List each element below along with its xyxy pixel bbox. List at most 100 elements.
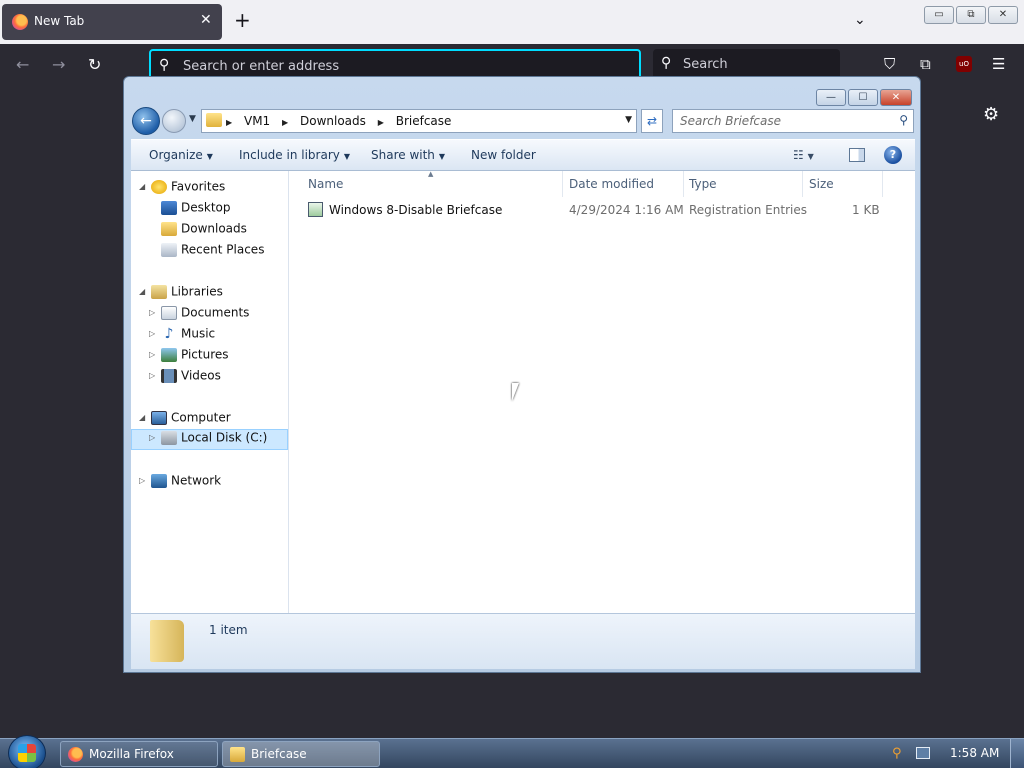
taskbar-briefcase[interactable]: Briefcase (222, 741, 380, 767)
tree-label: Local Disk (C:) (181, 430, 268, 445)
column-divider[interactable] (562, 171, 563, 197)
expand-icon[interactable]: ▷ (149, 371, 159, 380)
downloads-folder-icon (161, 221, 177, 236)
tray-search-icon[interactable]: ⚲ (892, 746, 902, 761)
expand-icon[interactable]: ▷ (149, 329, 159, 338)
column-divider[interactable] (882, 171, 883, 197)
new-folder-button[interactable]: New folder (471, 148, 536, 162)
column-header-name[interactable]: Name (308, 177, 343, 191)
forward-button[interactable] (162, 109, 186, 133)
breadcrumb-arrow-icon[interactable]: ▶ (226, 118, 232, 127)
change-view-button[interactable]: ☷ ▼ (793, 148, 814, 162)
clock[interactable]: 1:58 AM (950, 746, 999, 760)
organize-button[interactable]: Organize ▼ (149, 148, 213, 162)
explorer-address-bar[interactable]: ▶ VM1 ▶ Downloads ▶ Briefcase ▼ (201, 109, 637, 133)
minimize-button[interactable]: ▭ (924, 6, 954, 24)
taskbar: Mozilla Firefox Briefcase ⚲ 1:58 AM (0, 735, 1024, 768)
expand-icon[interactable]: ▷ (149, 308, 159, 317)
tree-downloads[interactable]: Downloads (149, 221, 247, 241)
table-row[interactable]: Windows 8-Disable Briefcase 4/29/2024 1:… (290, 198, 890, 220)
explorer-window: — ☐ ✕ ← ▼ ▶ VM1 ▶ Downloads ▶ Briefcase ▼ … (123, 76, 921, 673)
details-pane: 1 item (131, 613, 915, 669)
tree-videos[interactable]: ▷ Videos (149, 368, 221, 388)
menu-icon[interactable]: ☰ (992, 55, 1005, 73)
expand-icon[interactable]: ▷ (149, 433, 159, 442)
network-icon (151, 473, 167, 488)
minimize-button[interactable]: — (816, 89, 846, 106)
refresh-button[interactable]: ⇄ (641, 109, 663, 133)
close-button[interactable]: ✕ (880, 89, 912, 106)
column-header-date-modified[interactable]: Date modified (569, 177, 654, 191)
collapse-icon[interactable]: ◢ (139, 413, 149, 422)
browser-window-controls: ▭ ⧉ ✕ (924, 2, 1020, 24)
navigation-pane[interactable]: ◢ Favorites Desktop Downloads Recent Plac… (131, 171, 289, 613)
preview-pane-button[interactable] (849, 148, 865, 162)
tree-documents[interactable]: ▷ Documents (149, 305, 249, 325)
folder-icon (150, 620, 184, 662)
include-in-library-button[interactable]: Include in library ▼ (239, 148, 350, 162)
address-placeholder: Search or enter address (183, 59, 340, 74)
share-with-button[interactable]: Share with ▼ (371, 148, 445, 162)
column-divider[interactable] (802, 171, 803, 197)
reload-icon[interactable]: ↻ (88, 55, 101, 74)
tree-label: Downloads (181, 221, 247, 236)
collapse-icon[interactable]: ◢ (139, 182, 149, 191)
pictures-icon (161, 347, 177, 362)
gear-icon[interactable]: ⚙ (983, 104, 999, 125)
organize-label: Organize (149, 148, 203, 162)
tree-label: Network (171, 473, 222, 488)
tree-network[interactable]: ▷ Network (139, 473, 221, 493)
tree-computer[interactable]: ◢ Computer (139, 410, 231, 430)
search-icon: ⚲ (661, 55, 672, 71)
network-tray-icon[interactable] (916, 747, 930, 759)
breadcrumb-vm1[interactable]: VM1 (244, 114, 270, 128)
explorer-caption-buttons: — ☐ ✕ (814, 85, 912, 106)
collapse-icon[interactable]: ◢ (139, 287, 149, 296)
breadcrumb-arrow-icon[interactable]: ▶ (282, 118, 288, 127)
start-button[interactable] (8, 735, 46, 768)
close-window-button[interactable]: ✕ (988, 6, 1018, 24)
forward-icon[interactable]: → (52, 55, 65, 74)
tree-music[interactable]: ▷ ♪ Music (149, 326, 215, 346)
extensions-icon[interactable]: ⧉ (920, 55, 931, 73)
back-icon[interactable]: ← (16, 55, 29, 74)
maximize-button[interactable]: ☐ (848, 89, 878, 106)
column-divider[interactable] (683, 171, 684, 197)
back-button[interactable]: ← (132, 107, 160, 135)
breadcrumb-briefcase[interactable]: Briefcase (396, 114, 452, 128)
tree-label: Documents (181, 305, 250, 320)
address-dropdown-icon[interactable]: ▼ (625, 115, 632, 125)
pocket-icon[interactable]: ⛉ (884, 55, 895, 73)
tree-desktop[interactable]: Desktop (149, 200, 231, 220)
help-button[interactable]: ? (884, 146, 902, 164)
ublock-icon[interactable]: uO (956, 56, 972, 72)
explorer-nav-row: ← ▼ ▶ VM1 ▶ Downloads ▶ Briefcase ▼ ⇄ Se… (132, 107, 914, 137)
tree-label: Favorites (171, 179, 226, 194)
chevron-down-icon: ▼ (807, 152, 814, 161)
column-header-size[interactable]: Size (809, 177, 834, 191)
breadcrumb-arrow-icon[interactable]: ▶ (378, 118, 384, 127)
tree-local-disk[interactable]: ▷ Local Disk (C:) (131, 429, 288, 450)
folder-icon (206, 113, 222, 127)
close-tab-button[interactable]: ✕ (200, 12, 212, 28)
show-desktop-button[interactable] (1010, 739, 1024, 768)
column-header-type[interactable]: Type (689, 177, 717, 191)
tree-libraries[interactable]: ◢ Libraries (139, 284, 223, 304)
explorer-search-input[interactable]: Search Briefcase ⚲ (672, 109, 914, 133)
recent-pages-dropdown[interactable]: ▼ (189, 114, 196, 124)
command-bar: Organize ▼ Include in library ▼ Share with… (131, 139, 915, 171)
tab-new-tab[interactable]: New Tab ✕ (2, 4, 222, 40)
expand-icon[interactable]: ▷ (139, 476, 149, 485)
breadcrumb-downloads[interactable]: Downloads (300, 114, 366, 128)
local-disk-icon (161, 430, 177, 445)
list-all-tabs-button[interactable]: ⌄ (854, 12, 866, 28)
expand-icon[interactable]: ▷ (149, 350, 159, 359)
file-list[interactable]: ▲ Name Date modified Type Size Windows 8… (290, 170, 915, 613)
new-tab-button[interactable]: + (234, 10, 251, 30)
taskbar-firefox[interactable]: Mozilla Firefox (60, 741, 218, 767)
restore-button[interactable]: ⧉ (956, 6, 986, 24)
tree-favorites[interactable]: ◢ Favorites (139, 179, 225, 199)
breadcrumb: ▶ VM1 ▶ Downloads ▶ Briefcase (226, 114, 459, 128)
tree-recent-places[interactable]: Recent Places (149, 242, 264, 262)
tree-pictures[interactable]: ▷ Pictures (149, 347, 229, 367)
